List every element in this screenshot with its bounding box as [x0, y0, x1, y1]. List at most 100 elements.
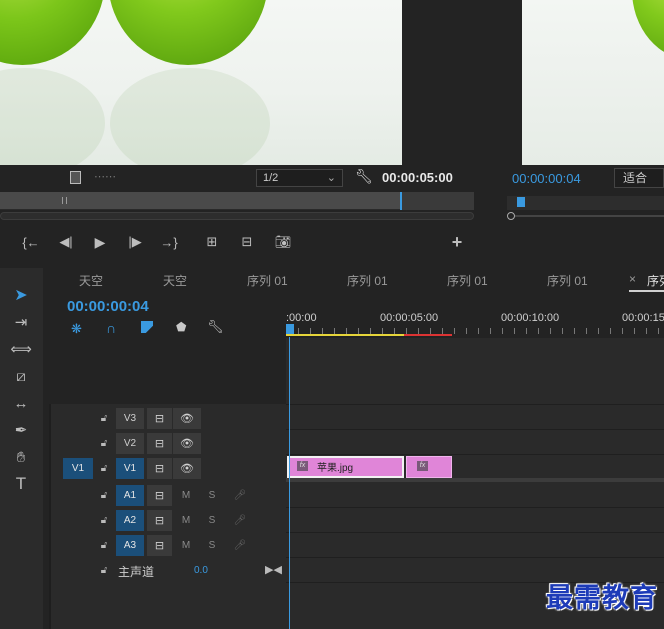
razor-tool-icon[interactable]: ⧄	[8, 364, 34, 388]
play-icon[interactable]: ▶	[89, 228, 111, 256]
source-scrub-bar[interactable]	[0, 192, 403, 210]
sync-lock-icon[interactable]: ⊟	[147, 458, 172, 479]
program-monitor-panel: 00:00:00:04 适合	[493, 0, 664, 262]
type-tool-icon[interactable]: T	[8, 472, 34, 496]
track-label-v3[interactable]: V3	[116, 408, 144, 429]
step-back-icon[interactable]: ◀|	[55, 228, 77, 256]
mute-button[interactable]: M	[175, 535, 197, 556]
linked-selection-icon[interactable]	[141, 321, 153, 333]
selection-tool-icon[interactable]: ➤	[8, 283, 34, 307]
timeline-header: 00:00:00:04 ❋ ∩ ⬟ 🔧︎	[49, 294, 286, 404]
drag-handle-icon[interactable]: ⋯⋯	[94, 170, 116, 183]
overwrite-icon[interactable]: ⊟	[236, 228, 258, 256]
program-scrub-bar[interactable]	[507, 196, 664, 210]
lock-icon[interactable]: 🔓︎	[94, 535, 114, 556]
tab-sky-2[interactable]: 天空	[163, 272, 187, 289]
solo-button[interactable]: S	[201, 535, 223, 556]
track-select-tool-icon[interactable]: ⇥	[8, 310, 34, 334]
track-divider	[286, 454, 664, 455]
tab-sequence-1[interactable]: 序列 01	[247, 272, 288, 289]
timeline-ruler[interactable]: :00:00 00:00:05:00 00:00:10:00 00:00:15	[286, 294, 664, 338]
eye-icon[interactable]: 👁︎	[173, 433, 201, 454]
fit-select[interactable]: 适合	[614, 168, 664, 188]
work-area-bar[interactable]	[286, 334, 404, 336]
tab-sky-1[interactable]: 天空	[79, 272, 103, 289]
mark-out-icon[interactable]: →}	[158, 228, 180, 256]
eye-icon[interactable]: 👁︎	[173, 408, 201, 429]
program-playhead[interactable]	[517, 197, 525, 207]
track-row-v2: 🔓︎ V2 ⊟ 👁︎	[49, 431, 286, 456]
lock-icon[interactable]: 🔓︎	[94, 433, 114, 454]
track-label-a1[interactable]: A1	[116, 485, 144, 506]
mute-button[interactable]: M	[175, 485, 197, 506]
fx-badge[interactable]: fx	[417, 461, 428, 471]
insert-icon[interactable]: ⊞	[201, 228, 223, 256]
tab-sequence-3[interactable]: 序列 01	[447, 272, 488, 289]
track-label-v2[interactable]: V2	[116, 433, 144, 454]
source-transport-controls: {← ◀| ▶ |▶ →} ⊞ ⊟ 📷︎ +	[0, 228, 487, 256]
wrench-icon[interactable]: 🔧︎	[355, 168, 373, 185]
tab-sequence-active[interactable]: 序列 01	[647, 272, 664, 289]
marker-icon[interactable]: ⬟	[176, 320, 186, 334]
track-label-v1[interactable]: V1	[116, 458, 144, 479]
program-timecode[interactable]: 00:00:00:04	[512, 171, 581, 186]
lock-icon[interactable]: 🔓︎	[94, 510, 114, 531]
timeline-panel: 天空 天空 序列 01 序列 01 序列 01 序列 01 × 序列 01 00…	[49, 268, 664, 629]
source-zoom-scrollbar[interactable]	[0, 212, 474, 220]
program-zoom-handle[interactable]	[507, 212, 515, 220]
fx-badge[interactable]: fx	[297, 461, 308, 471]
track-headers: 🔓︎ V3 ⊟ 👁︎ 🔓︎ V2 ⊟ 👁︎ V1 🔓︎ V1 ⊟ 👁︎ 🔓︎ A…	[49, 404, 286, 629]
tab-sequence-2[interactable]: 序列 01	[347, 272, 388, 289]
mute-button[interactable]: M	[175, 510, 197, 531]
settings-toggle-icon[interactable]	[70, 171, 81, 184]
end-marker-icon[interactable]: ▶◀	[265, 563, 282, 576]
sync-lock-icon[interactable]: ⊟	[147, 433, 172, 454]
snap-magnet-icon[interactable]: ∩	[106, 320, 116, 336]
hand-tool-icon[interactable]: ✋︎	[8, 445, 34, 469]
lock-icon[interactable]: 🔓︎	[94, 408, 114, 429]
source-duration-timecode: 00:00:05:00	[382, 170, 453, 185]
solo-button[interactable]: S	[201, 510, 223, 531]
master-volume-value[interactable]: 0.0	[194, 565, 208, 576]
microphone-icon[interactable]: 🎤︎	[229, 485, 251, 506]
ripple-edit-tool-icon[interactable]: ⟺	[8, 337, 34, 361]
source-patch-v1[interactable]: V1	[63, 458, 93, 479]
solo-button[interactable]: S	[201, 485, 223, 506]
sync-lock-icon[interactable]: ⊟	[147, 485, 172, 506]
timeline-wrench-icon[interactable]: 🔧︎	[207, 319, 224, 335]
add-button-icon[interactable]: +	[446, 228, 468, 256]
microphone-icon[interactable]: 🎤︎	[229, 535, 251, 556]
mark-in-icon[interactable]: {←	[20, 228, 42, 256]
lock-icon[interactable]: 🔓︎	[94, 458, 114, 479]
lock-icon[interactable]: 🔓︎	[94, 485, 114, 506]
microphone-icon[interactable]: 🎤︎	[229, 510, 251, 531]
resolution-value: 1/2	[263, 172, 279, 184]
timeline-playhead-handle[interactable]	[286, 324, 294, 334]
lock-icon[interactable]: 🔓︎	[94, 560, 114, 581]
eye-icon[interactable]: 👁︎	[173, 458, 201, 479]
close-icon[interactable]: ×	[629, 272, 636, 286]
camera-icon[interactable]: 📷︎	[272, 228, 294, 256]
track-label-a2[interactable]: A2	[116, 510, 144, 531]
sync-lock-icon[interactable]: ⊟	[147, 408, 172, 429]
clip-apple-jpg[interactable]: fx 苹果.jpg	[287, 456, 404, 478]
pen-tool-icon[interactable]: ✒	[8, 418, 34, 442]
track-divider	[286, 557, 664, 558]
clip-name: 苹果.jpg	[317, 463, 354, 474]
sync-lock-icon[interactable]: ⊟	[147, 510, 172, 531]
sync-lock-icon[interactable]: ⊟	[147, 535, 172, 556]
apple-left-image	[0, 0, 105, 65]
track-label-a3[interactable]: A3	[116, 535, 144, 556]
step-forward-icon[interactable]: |▶	[124, 228, 146, 256]
program-zoom-track	[515, 215, 664, 217]
clip-second[interactable]: fx	[406, 456, 452, 478]
slip-tool-icon[interactable]: ↔	[8, 391, 34, 415]
track-row-master: 🔓︎ 主声道 0.0 ▶◀	[49, 558, 286, 583]
resolution-select[interactable]: 1/2 ⌄	[256, 169, 343, 187]
apple-left-reflection	[0, 68, 105, 165]
nest-icon[interactable]: ❋	[71, 321, 82, 337]
tab-sequence-4[interactable]: 序列 01	[547, 272, 588, 289]
track-row-a1: 🔓︎ A1 ⊟ M S 🎤︎	[49, 483, 286, 508]
source-monitor-panel: ⋯⋯ 1/2 ⌄ 🔧︎ 00:00:05:00 {← ◀| ▶ |▶ →} ⊞ …	[0, 0, 487, 262]
timeline-timecode[interactable]: 00:00:00:04	[67, 298, 149, 315]
